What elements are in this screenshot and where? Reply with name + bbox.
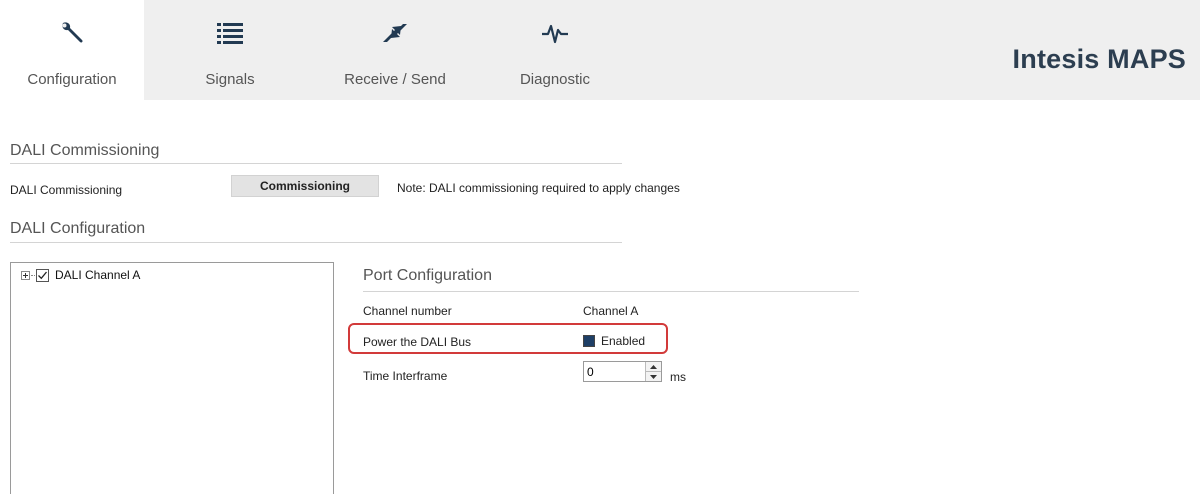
tab-signals-label: Signals [205, 71, 255, 88]
configuration-section-title: DALI Configuration [10, 220, 146, 237]
tab-receive-send-label: Receive / Send [344, 71, 446, 88]
brand-title: Intesis MAPS [1012, 44, 1186, 74]
section-divider [10, 242, 622, 243]
tree-connector [31, 274, 35, 276]
port-configuration-title: Port Configuration [363, 267, 492, 284]
commissioning-button[interactable]: Commissioning [231, 175, 379, 197]
power-bus-checkbox-label: Enabled [601, 334, 646, 348]
time-interframe-input[interactable] [584, 362, 644, 381]
top-toolbar: Configuration Signals Receive / Send Dia… [0, 0, 1200, 100]
time-interframe-stepper[interactable] [583, 361, 662, 382]
channel-tree[interactable]: DALI Channel A [10, 262, 334, 494]
tab-configuration-label: Configuration [27, 71, 117, 88]
tree-item-dali-channel-a[interactable]: DALI Channel A [21, 268, 140, 282]
power-bus-label: Power the DALI Bus [363, 335, 472, 349]
tab-configuration[interactable]: Configuration [0, 0, 144, 100]
channel-number-label: Channel number [363, 304, 452, 318]
commissioning-note: Note: DALI commissioning required to app… [397, 181, 680, 195]
tree-item-label: DALI Channel A [55, 268, 141, 282]
decrement-button[interactable] [646, 371, 661, 381]
port-divider [363, 291, 859, 292]
wrench-icon [55, 20, 89, 46]
checkmark-icon [38, 271, 48, 279]
tab-receive-send[interactable]: Receive / Send [320, 0, 470, 100]
section-divider [10, 163, 622, 164]
time-interframe-unit: ms [670, 370, 686, 384]
tab-diagnostic-label: Diagnostic [519, 71, 591, 88]
commissioning-row-label: DALI Commissioning [10, 183, 123, 197]
commissioning-section-title: DALI Commissioning [10, 142, 160, 159]
list-icon [216, 20, 244, 46]
tab-signals[interactable]: Signals [170, 0, 290, 100]
expand-icon[interactable] [21, 270, 30, 280]
chevron-up-icon [650, 364, 657, 369]
power-bus-checkbox-group[interactable]: Enabled [583, 334, 645, 348]
increment-button[interactable] [646, 362, 661, 371]
pulse-icon [540, 20, 570, 46]
time-interframe-label: Time Interframe [363, 369, 448, 383]
tree-checkbox[interactable] [36, 268, 49, 282]
chevron-down-icon [650, 374, 657, 379]
transfer-arrows-icon [380, 20, 410, 46]
tab-diagnostic[interactable]: Diagnostic [500, 0, 610, 100]
channel-number-value: Channel A [583, 304, 639, 318]
stepper-buttons [645, 362, 661, 381]
power-bus-checkbox[interactable] [583, 335, 595, 347]
